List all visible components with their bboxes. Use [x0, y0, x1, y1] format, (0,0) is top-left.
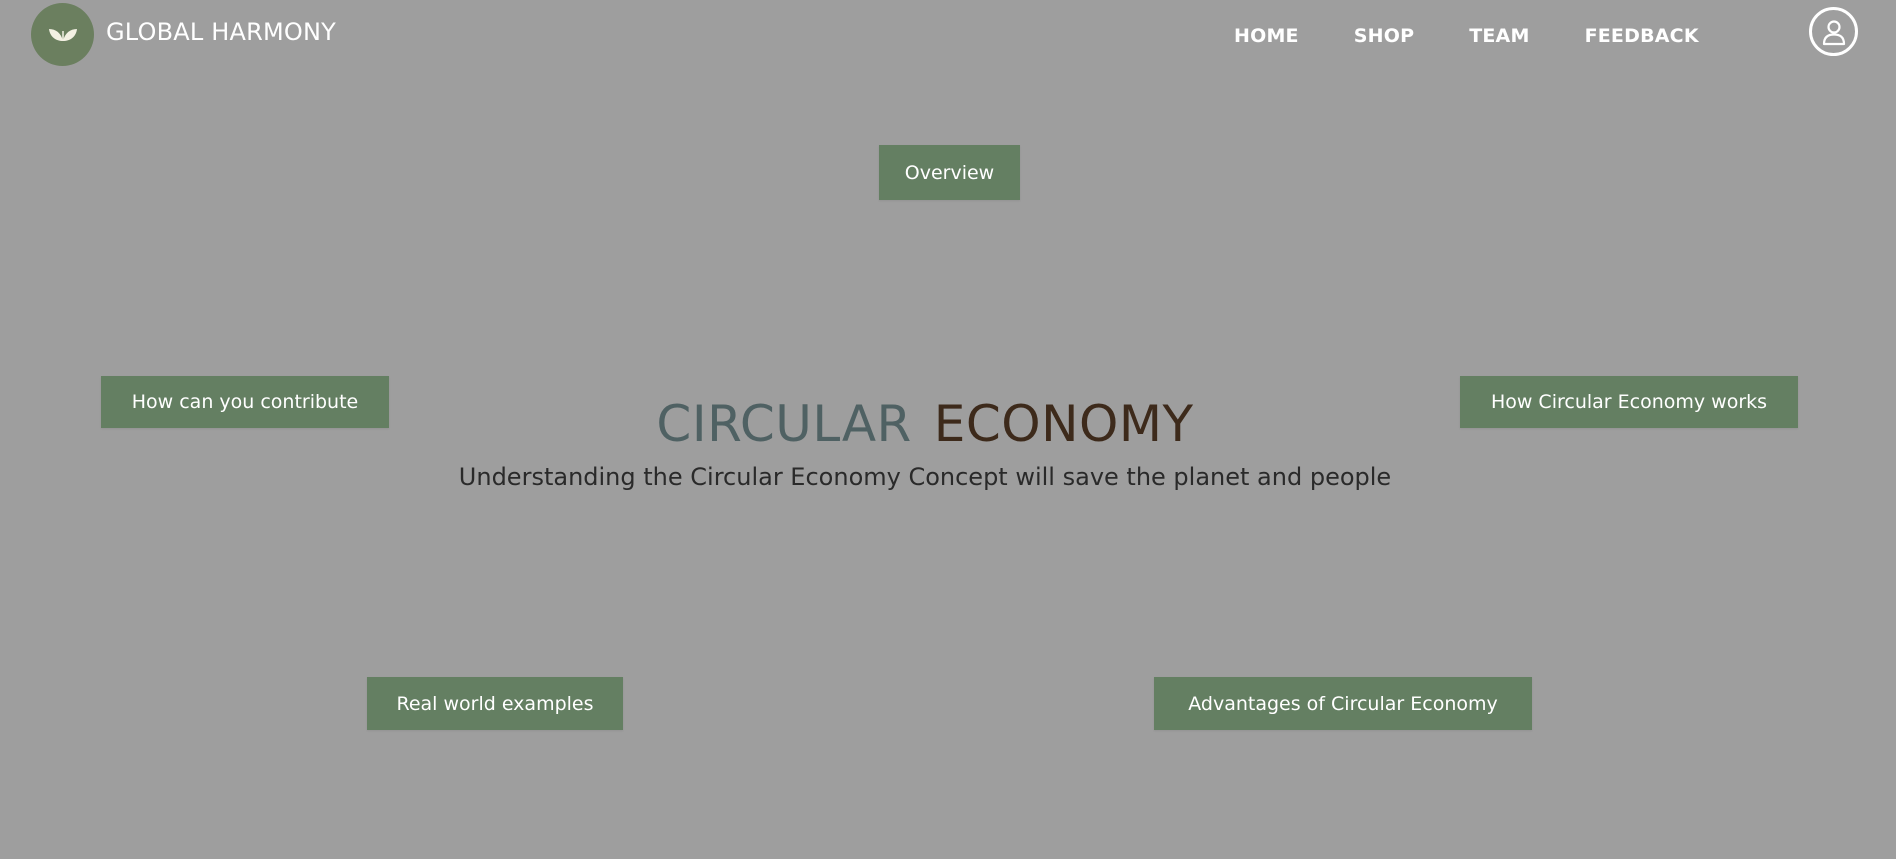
main-nav: HOME SHOP TEAM FEEDBACK — [1234, 25, 1699, 47]
hero-subtitle: Understanding the Circular Economy Conce… — [458, 463, 1392, 491]
hero-title-part1: CIRCULAR — [656, 395, 912, 453]
nav-home[interactable]: HOME — [1234, 25, 1299, 47]
profile-button[interactable] — [1809, 7, 1858, 56]
user-icon — [1822, 19, 1845, 45]
hero-title-part2: ECONOMY — [933, 395, 1194, 453]
advantages-button[interactable]: Advantages of Circular Economy — [1154, 677, 1532, 730]
brand-name: GLOBAL HARMONY — [106, 18, 337, 46]
logo[interactable] — [31, 3, 94, 66]
real-world-examples-button[interactable]: Real world examples — [367, 677, 623, 730]
nav-feedback[interactable]: FEEDBACK — [1585, 25, 1699, 47]
page: GLOBAL HARMONY HOME SHOP TEAM FEEDBACK O… — [0, 0, 1896, 859]
nav-shop[interactable]: SHOP — [1354, 25, 1414, 47]
overview-button[interactable]: Overview — [879, 145, 1020, 200]
leaf-icon — [48, 28, 77, 41]
nav-team[interactable]: TEAM — [1469, 25, 1529, 47]
hero-title: CIRCULAR ECONOMY — [0, 395, 1850, 453]
